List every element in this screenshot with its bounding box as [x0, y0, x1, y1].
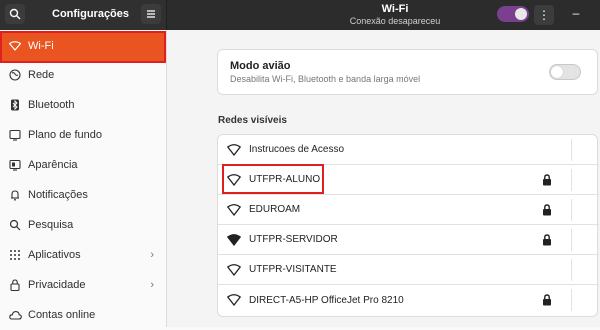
lock-icon [543, 204, 551, 216]
wifi-signal-icon [227, 203, 241, 216]
appearance-icon [8, 158, 22, 172]
minimize-button[interactable]: – [570, 5, 582, 21]
sidebar-item-online-accounts[interactable]: Contas online [0, 300, 166, 330]
wifi-icon [8, 39, 22, 53]
network-name: EDUROAM [249, 204, 301, 215]
sidebar-item-network[interactable]: Rede [0, 60, 166, 90]
search-button[interactable] [5, 4, 25, 24]
sidebar-item-background[interactable]: Plano de fundo [0, 120, 166, 150]
sidebar-item-wifi[interactable]: Wi-Fi [0, 31, 166, 61]
sidebar-item-label: Rede [28, 69, 55, 81]
row-separator [571, 289, 572, 311]
sidebar-item-label: Contas online [28, 309, 96, 321]
network-icon [8, 68, 22, 82]
wifi-toggle[interactable] [497, 6, 529, 22]
cloud-icon [8, 308, 22, 322]
wifi-signal-icon [227, 294, 241, 306]
sidebar-item-label: Wi-Fi [28, 40, 54, 52]
title-bar: Configurações Wi-Fi Conexão desapareceu … [0, 0, 600, 30]
lock-icon [8, 278, 22, 292]
toggle-knob [515, 8, 527, 20]
sidebar-item-apps[interactable]: Aplicativos › [0, 240, 166, 270]
network-name: DIRECT-A5-HP OfficeJet Pro 8210 [249, 294, 404, 306]
row-separator [571, 229, 572, 251]
menu-button[interactable]: ⋮ [534, 5, 554, 25]
sidebar-item-notifications[interactable]: Notificações [0, 180, 166, 210]
row-separator [571, 139, 572, 161]
airplane-mode-card: Modo avião Desabilita Wi-Fi, Bluetooth e… [217, 49, 598, 95]
sidebar-item-label: Plano de fundo [28, 129, 103, 141]
network-name: Instrucoes de Acesso [249, 144, 345, 155]
row-separator [571, 259, 572, 281]
hamburger-icon [147, 10, 155, 18]
wifi-signal-icon [227, 143, 241, 156]
sidebar-item-label: Aplicativos [28, 249, 81, 261]
sidebar-item-label: Pesquisa [28, 219, 74, 231]
search-icon [9, 8, 21, 20]
airplane-mode-toggle[interactable] [549, 64, 581, 80]
sidebar-item-label: Privacidade [28, 279, 86, 291]
airplane-mode-title: Modo avião [230, 60, 291, 72]
wifi-signal-icon [227, 263, 241, 276]
sidebar-item-search[interactable]: Pesquisa [0, 210, 166, 240]
chevron-right-icon: › [150, 249, 154, 261]
app-title: Configurações [52, 8, 130, 20]
background-icon [8, 128, 22, 142]
sidebar-item-appearance[interactable]: Aparência [0, 150, 166, 180]
annotation-highlight-utfpr-aluno [222, 164, 324, 194]
visible-networks-list: Instrucoes de Acesso UTFPR-ALUNO EDUROAM… [217, 134, 599, 317]
apps-icon [8, 248, 22, 262]
network-row[interactable]: EDUROAM [218, 195, 599, 225]
visible-networks-heading: Redes visíveis [218, 115, 287, 126]
search-icon [8, 218, 22, 232]
sidebar-header: Configurações [0, 0, 167, 30]
lock-icon [543, 294, 551, 306]
sidebar-item-bluetooth[interactable]: Bluetooth [0, 90, 166, 120]
network-name: UTFPR-VISITANTE [249, 264, 337, 275]
bell-icon [8, 188, 22, 202]
window-title: Wi-Fi [381, 3, 409, 15]
airplane-mode-subtitle: Desabilita Wi-Fi, Bluetooth e banda larg… [230, 74, 421, 84]
toggle-knob [551, 66, 563, 78]
row-separator [571, 199, 572, 221]
sidebar-item-label: Notificações [28, 189, 88, 201]
network-row[interactable]: Instrucoes de Acesso [218, 135, 599, 165]
wifi-signal-full-icon [227, 233, 241, 246]
sidebar-item-privacy[interactable]: Privacidade › [0, 270, 166, 300]
lock-icon [543, 234, 551, 246]
bluetooth-icon [8, 98, 22, 112]
network-row[interactable]: UTFPR-SERVIDOR [218, 225, 599, 255]
network-row[interactable]: DIRECT-A5-HP OfficeJet Pro 8210 [218, 285, 599, 315]
sidebar-item-label: Aparência [28, 159, 78, 171]
network-name: UTFPR-SERVIDOR [249, 234, 338, 245]
window-subtitle: Conexão desapareceu [349, 16, 441, 26]
sidebar-item-label: Bluetooth [28, 99, 75, 111]
row-separator [571, 169, 572, 191]
window-title-group: Wi-Fi Conexão desapareceu [320, 3, 470, 26]
hamburger-menu-button[interactable] [141, 4, 161, 24]
lock-icon [543, 174, 551, 186]
sidebar: Wi-Fi Rede Bluetooth Plano de fundo Apar… [0, 30, 167, 327]
chevron-right-icon: › [150, 279, 154, 291]
network-row[interactable]: UTFPR-VISITANTE [218, 255, 599, 285]
